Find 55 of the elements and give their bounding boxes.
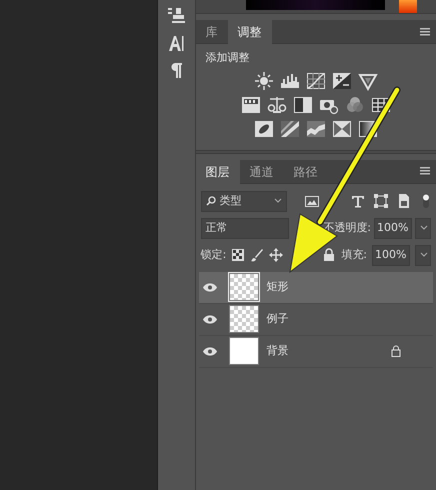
- bowtie-icon[interactable]: [332, 118, 352, 138]
- fill-field[interactable]: 100%: [372, 244, 410, 266]
- character-icon[interactable]: [168, 34, 184, 52]
- menu-icon[interactable]: [420, 28, 430, 36]
- eye-icon[interactable]: [202, 346, 217, 356]
- opacity-field[interactable]: 100%: [374, 218, 412, 238]
- panel-tab[interactable]: 库: [196, 20, 228, 44]
- invert-icon[interactable]: [254, 118, 274, 138]
- checkerboard-lock-icon[interactable]: [231, 248, 246, 262]
- blend-mode-dropdown[interactable]: 正常: [200, 218, 289, 238]
- panel-tab[interactable]: 调整: [228, 20, 272, 44]
- sun-icon[interactable]: [254, 70, 274, 90]
- search-icon: [206, 196, 216, 206]
- curves-grid-icon[interactable]: [306, 70, 326, 90]
- paragraph-icon[interactable]: [170, 62, 182, 78]
- gradient-bars-icon[interactable]: [240, 94, 261, 114]
- type-filter-icon[interactable]: [350, 193, 366, 209]
- layer-name: 背景: [266, 342, 289, 359]
- layer-name: 矩形: [266, 278, 289, 295]
- shape-filter-icon[interactable]: [372, 193, 389, 209]
- layer-thumbnail: [228, 337, 259, 365]
- panel-tab[interactable]: 路径: [284, 160, 328, 184]
- layer-row[interactable]: 背景: [198, 336, 433, 368]
- layer-row[interactable]: 矩形: [198, 272, 433, 304]
- stamp-icon[interactable]: [167, 6, 186, 24]
- panel-tab[interactable]: 通道: [240, 160, 284, 184]
- wave-icon[interactable]: [306, 118, 326, 138]
- color-swatch: [398, 0, 417, 13]
- caret-icon: [420, 252, 428, 258]
- caret-icon: [274, 198, 282, 204]
- image-filter-icon[interactable]: [304, 193, 320, 209]
- filter-value: 类型: [220, 192, 242, 209]
- menu-icon[interactable]: [420, 167, 430, 175]
- panel-heading: 添加调整: [204, 50, 251, 66]
- scales-icon[interactable]: [266, 94, 287, 114]
- eye-icon[interactable]: [202, 314, 217, 324]
- gradient-stripes-icon[interactable]: [280, 118, 300, 138]
- panel-tab[interactable]: 图层: [196, 160, 240, 184]
- exposure-icon[interactable]: [332, 70, 352, 90]
- layer-thumbnail: [228, 273, 259, 301]
- fill-dropdown[interactable]: [415, 244, 431, 266]
- eye-icon[interactable]: [202, 282, 217, 292]
- filter-dropdown[interactable]: 类型: [200, 190, 287, 212]
- brush-icon[interactable]: [250, 248, 264, 262]
- layer-name: 例子: [266, 310, 289, 327]
- layer-thumbnail: [228, 305, 259, 333]
- move-icon[interactable]: [269, 248, 284, 262]
- layer-row[interactable]: 例子: [198, 304, 433, 336]
- lock-icon[interactable]: [322, 248, 336, 262]
- half-square-icon[interactable]: [292, 94, 313, 114]
- opacity-dropdown[interactable]: [415, 218, 431, 238]
- caret-icon: [420, 225, 428, 231]
- filter-toggle-icon[interactable]: [421, 193, 431, 209]
- lock-label: 锁定:: [200, 246, 226, 263]
- fill-label: 填充:: [341, 246, 367, 263]
